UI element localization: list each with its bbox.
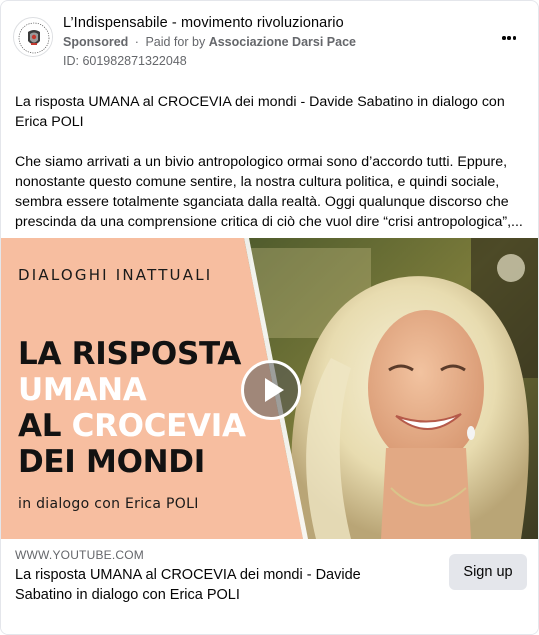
more-dot [507, 36, 511, 40]
ad-id: ID: 601982871322048 [63, 54, 187, 68]
video-thumbnail[interactable]: DIALOGHI INATTUALI LA RISPOSTA UMANA AL … [1, 238, 538, 539]
more-dot [512, 36, 516, 40]
headline-line-1: LA RISPOSTA [18, 336, 242, 372]
meta-separator: · [134, 35, 139, 49]
more-options-icon[interactable] [498, 29, 520, 47]
thumbnail-headline: LA RISPOSTA UMANA AL CROCEVIA DEI MONDI [18, 336, 246, 480]
link-title[interactable]: La risposta UMANA al CROCEVIA dei mondi … [15, 565, 415, 605]
post-title-text: La risposta UMANA al CROCEVIA dei mondi … [15, 94, 505, 130]
page-logo-icon [15, 19, 52, 56]
headline-line-3-dark: AL [18, 408, 72, 444]
advertiser-name[interactable]: Associazione Darsi Pace [209, 35, 356, 49]
sign-up-button[interactable]: Sign up [449, 554, 527, 590]
sponsored-label[interactable]: Sponsored [63, 35, 128, 49]
headline-line-4: DEI MONDI [18, 444, 205, 480]
post-header: L’Indispensabile - movimento rivoluziona… [1, 1, 538, 81]
headline-line-3: AL CROCEVIA [18, 408, 246, 444]
more-dot [502, 36, 506, 40]
link-domain: WWW.YOUTUBE.COM [15, 548, 144, 562]
play-icon[interactable] [241, 360, 301, 420]
post-message: La risposta UMANA al CROCEVIA dei mondi … [15, 92, 525, 232]
page-name-link[interactable]: L’Indispensabile - movimento rivoluziona… [63, 15, 344, 31]
sponsored-post-card: L’Indispensabile - movimento rivoluziona… [0, 0, 539, 635]
post-body-text: Che siamo arrivati a un bivio antropolog… [15, 154, 523, 230]
link-preview[interactable]: WWW.YOUTUBE.COM La risposta UMANA al CRO… [1, 539, 538, 634]
sponsorship-line: Sponsored · Paid for by Associazione Dar… [63, 35, 356, 49]
headline-line-2: UMANA [18, 372, 147, 408]
play-triangle [265, 378, 284, 402]
thumbnail-subline: in dialogo con Erica POLI [18, 496, 199, 512]
series-overline: DIALOGHI INATTUALI [18, 266, 213, 284]
paid-for-prefix: Paid for by [145, 35, 206, 49]
page-avatar[interactable] [13, 17, 53, 57]
headline-line-3-light: CROCEVIA [71, 408, 246, 444]
